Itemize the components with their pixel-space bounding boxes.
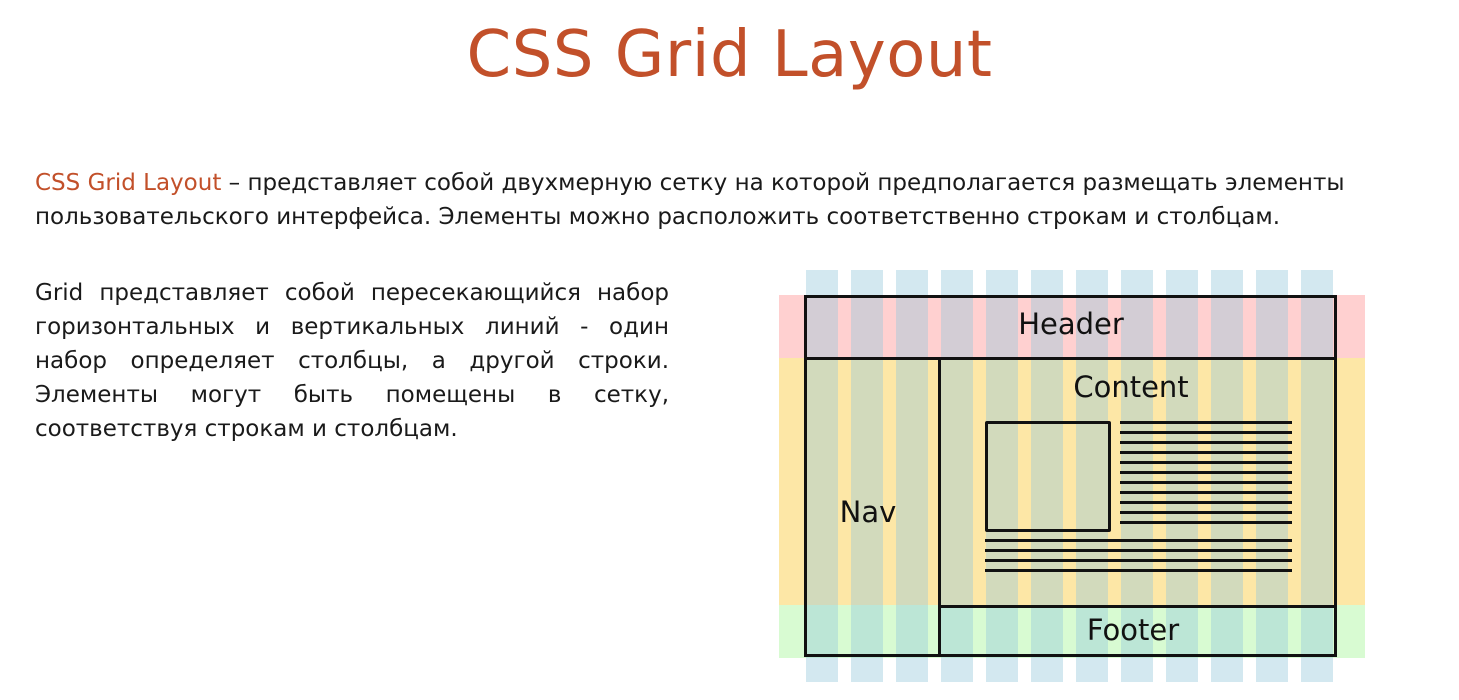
content-text-line (985, 539, 1292, 542)
intro-paragraph: CSS Grid Layout – представляет собой дву… (35, 166, 1425, 234)
grid-description: Grid представляет собой пересекающийся н… (35, 280, 669, 442)
nav-label: Nav (839, 495, 897, 529)
content-text-line (1120, 421, 1292, 424)
content-label: Content (1073, 370, 1189, 404)
content-text-line (985, 559, 1292, 562)
content-text-line (1120, 451, 1292, 454)
content-text-line (1120, 471, 1292, 474)
content-text-line (1120, 441, 1292, 444)
content-image-placeholder (985, 421, 1111, 532)
grid-layout-diagram: Header Content Nav Footer (779, 270, 1365, 682)
content-text-line (1120, 491, 1292, 494)
page-title: CSS Grid Layout (466, 18, 993, 92)
content-text-line (985, 549, 1292, 552)
header-label: Header (1018, 307, 1124, 341)
intro-text: – представляет собой двухмерную сетку на… (35, 170, 1345, 230)
footer-label: Footer (1086, 613, 1180, 647)
content-text-line (1120, 431, 1292, 434)
content-text-line (1120, 461, 1292, 464)
content-text-line (1120, 481, 1292, 484)
content-text-line (1120, 521, 1292, 524)
content-text-line (985, 569, 1292, 572)
intro-term: CSS Grid Layout (35, 170, 222, 196)
content-text-line (1120, 511, 1292, 514)
content-text-line (1120, 501, 1292, 504)
